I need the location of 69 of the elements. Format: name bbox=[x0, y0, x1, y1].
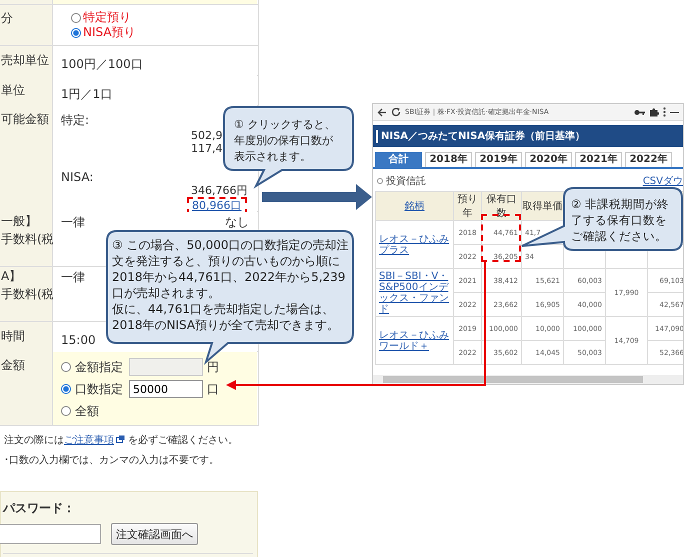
back-icon[interactable] bbox=[377, 108, 387, 116]
password-label: パスワード： bbox=[3, 500, 76, 517]
year-tab[interactable]: 2018年 bbox=[425, 152, 472, 167]
year-tab[interactable]: 2021年 bbox=[575, 152, 622, 167]
field-label: A】 bbox=[1, 269, 22, 283]
fund-link[interactable]: SBI－SBI・V・S&P500インデックス・ファンド bbox=[379, 270, 450, 314]
year-tab[interactable]: 2020年 bbox=[525, 152, 572, 167]
radio-button[interactable] bbox=[61, 384, 71, 394]
field-label: 手数料(税 bbox=[1, 232, 52, 246]
puzzle-icon[interactable] bbox=[649, 107, 659, 117]
option-label: 口数指定 bbox=[75, 380, 124, 398]
amount-text: 502,9 bbox=[191, 129, 222, 142]
bullet-icon bbox=[377, 178, 383, 184]
field-value: 一律 bbox=[61, 214, 85, 231]
password-field[interactable] bbox=[0, 524, 101, 544]
fund-link[interactable]: レオス－ひふみプラス bbox=[379, 234, 450, 256]
radio-button[interactable] bbox=[71, 28, 81, 38]
field-value: 100円／100口 bbox=[61, 57, 143, 71]
field-label: 可能金額 bbox=[1, 112, 50, 126]
field-value: 1円／1口 bbox=[61, 87, 112, 101]
field-label: 分 bbox=[1, 11, 14, 25]
menu-icon[interactable] bbox=[663, 107, 666, 117]
header-cell: 預り年 bbox=[454, 192, 482, 220]
header-cell: 銘柄 bbox=[376, 192, 454, 220]
scrollbar[interactable] bbox=[383, 376, 643, 383]
callout-text: ② 非課税期間が終了する保有口数をご確認ください。 bbox=[571, 196, 670, 244]
field-label: 手数料(税 bbox=[1, 287, 52, 301]
external-link-icon bbox=[116, 435, 125, 443]
field-label: 売却単位 bbox=[1, 53, 50, 67]
radio-button[interactable] bbox=[71, 12, 81, 22]
amount-text: 346,766円 bbox=[191, 184, 248, 197]
year-tab[interactable]: 2022年 bbox=[625, 152, 672, 167]
option-label: 金額指定 bbox=[75, 358, 124, 376]
section-heading: 投資信託 bbox=[386, 174, 426, 188]
csv-link[interactable]: CSVダウ bbox=[642, 174, 683, 188]
field-label: 単位 bbox=[1, 83, 26, 97]
option-label: 特定預り bbox=[83, 9, 131, 26]
field-label: 一般】 bbox=[1, 214, 38, 228]
confirm-button[interactable]: 注文確認画面へ bbox=[111, 523, 198, 545]
field-label: 時間 bbox=[1, 329, 26, 343]
unit-label: 円 bbox=[207, 358, 219, 376]
field-value: 15:00 bbox=[61, 333, 96, 347]
note-text: ･口数の入力欄では、カンマの入力は不要です。 bbox=[4, 454, 220, 467]
minimize-icon[interactable] bbox=[670, 110, 679, 114]
account-label: 特定: bbox=[61, 112, 90, 129]
fund-link[interactable]: レオス－ひふみワールド＋ bbox=[379, 330, 450, 352]
radio-button[interactable] bbox=[61, 406, 71, 416]
year-tab[interactable]: 2019年 bbox=[475, 152, 522, 167]
year-tab[interactable]: 合計 bbox=[375, 152, 422, 167]
radio-button[interactable] bbox=[61, 362, 71, 372]
account-label: NISA: bbox=[61, 170, 94, 184]
header-cell: 保有口数 bbox=[482, 192, 522, 220]
fee-note: なし bbox=[225, 214, 249, 231]
header-cell: 取得単価 bbox=[522, 192, 564, 220]
unit-label: 口 bbox=[207, 380, 219, 398]
page-title: NISA／つみたてNISA保有証券（前日基準） bbox=[381, 130, 586, 143]
notice-link[interactable]: ご注意事項 bbox=[64, 435, 114, 446]
callout-text: ③ この場合、50,000口の口数指定の売却注文を発注すると、預りの古いものから順に2018年から44,761口、2022年から5,239口が売却されます。 bbox=[112, 237, 349, 301]
input-field[interactable]: 50000 bbox=[129, 380, 203, 398]
note-text: 注文の際にはご注意事項 を必ずご確認ください。 bbox=[4, 434, 239, 447]
reload-icon[interactable] bbox=[391, 107, 401, 117]
callout-text: 仮に、44,761口を売却指定した場合は、2018年のNISA預りが全て売却できます。 bbox=[112, 301, 340, 333]
field-value: 一律 bbox=[61, 269, 85, 286]
key-icon[interactable] bbox=[634, 108, 645, 116]
field-label: 金額 bbox=[1, 358, 26, 372]
amount-text: 117,4 bbox=[191, 142, 222, 155]
option-label: 全額 bbox=[75, 402, 100, 420]
option-label: NISA預り bbox=[83, 24, 136, 41]
callout-text: ① クリックすると、年度別の保有口数が表示されます。 bbox=[234, 117, 336, 165]
